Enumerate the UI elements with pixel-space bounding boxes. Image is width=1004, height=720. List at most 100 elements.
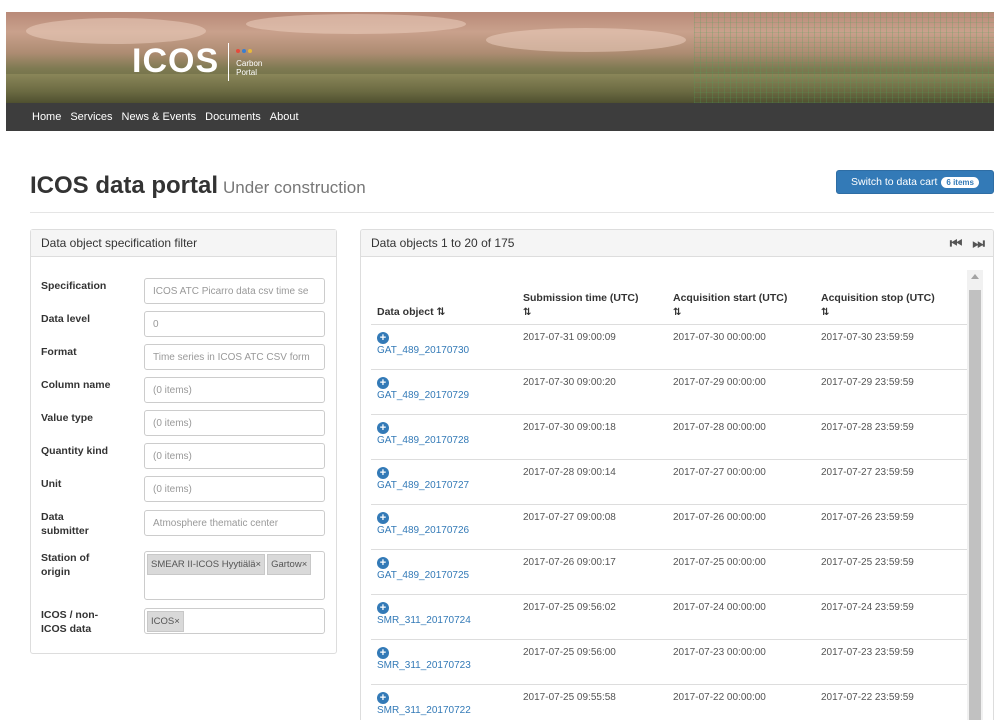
cell-acq-start: 2017-07-30 00:00:00 <box>667 324 815 370</box>
col-header-label: Data object <box>377 305 434 318</box>
header-banner: ICOS Carbon Portal <box>6 12 994 103</box>
data-object-link[interactable]: GAT_489_20170727 <box>377 480 469 491</box>
next-page-icon[interactable]: ⏭ <box>972 235 985 252</box>
sort-icon[interactable]: ⇅ <box>437 306 446 318</box>
table-header-row: Data object ⇅ Submission time (UTC) ⇅ Acq… <box>371 270 969 325</box>
col-header-submission[interactable]: Submission time (UTC) ⇅ <box>517 270 667 325</box>
table-row: + SMR_311_20170722 2017-07-25 09:55:58 2017… <box>371 684 969 720</box>
cell-submission: 2017-07-27 09:00:08 <box>517 504 667 550</box>
quantity-kind-filter-input[interactable]: (0 items) <box>144 443 325 469</box>
logo-dot <box>242 48 247 53</box>
table-row: + SMR_311_20170723 2017-07-25 09:56:00 2017… <box>371 639 969 685</box>
filter-label: Data level <box>41 313 91 325</box>
station-tag[interactable]: SMEAR II-ICOS Hyytiälä× <box>147 554 266 575</box>
data-object-link[interactable]: SMR_311_20170723 <box>377 660 471 671</box>
col-header-label: Acquisition stop (UTC) <box>821 291 935 304</box>
main-nav: Home Services News & Events Documents Ab… <box>6 103 994 131</box>
filter-label: Station of origin <box>41 552 90 578</box>
cell-acq-start: 2017-07-26 00:00:00 <box>667 504 815 550</box>
data-objects-heading: Data objects 1 to 20 of 175 ⏮ ⏭ <box>361 230 993 257</box>
col-header-object[interactable]: Data object ⇅ <box>371 270 517 325</box>
nav-services[interactable]: Services <box>70 111 112 123</box>
cell-object: + GAT_489_20170725 <box>371 549 517 595</box>
cell-submission: 2017-07-31 09:00:09 <box>517 324 667 370</box>
data-level-filter-input[interactable]: 0 <box>144 311 325 337</box>
first-page-icon[interactable]: ⏮ <box>950 235 963 252</box>
cell-acq-start: 2017-07-24 00:00:00 <box>667 594 815 640</box>
data-object-link[interactable]: GAT_489_20170726 <box>377 525 469 536</box>
logo-separator <box>228 42 230 81</box>
station-filter-input[interactable]: SMEAR II-ICOS Hyytiälä× Gartow× <box>144 551 325 600</box>
add-to-cart-icon[interactable]: + <box>377 601 389 614</box>
cell-submission: 2017-07-28 09:00:14 <box>517 459 667 505</box>
add-to-cart-icon[interactable]: + <box>377 376 389 389</box>
value-type-filter-input[interactable]: (0 items) <box>144 410 325 436</box>
logo-sub-line2: Portal <box>236 67 258 77</box>
table-row: + GAT_489_20170728 2017-07-30 09:00:18 2017… <box>371 414 969 460</box>
scroll-thumb[interactable] <box>969 290 981 720</box>
cell-object: + GAT_489_20170726 <box>371 504 517 550</box>
add-to-cart-icon[interactable]: + <box>377 646 389 659</box>
data-object-link[interactable]: GAT_489_20170728 <box>377 435 469 446</box>
sort-icon[interactable]: ⇅ <box>673 307 809 318</box>
station-tag[interactable]: Gartow× <box>267 554 312 575</box>
cell-object: + GAT_489_20170729 <box>371 369 517 415</box>
data-submitter-filter-input[interactable]: Atmosphere thematic center <box>144 510 325 536</box>
cell-submission: 2017-07-26 09:00:17 <box>517 549 667 595</box>
logo-text: ICOS <box>132 42 220 80</box>
filter-label: Specification <box>41 280 107 292</box>
data-objects-table: Data object ⇅ Submission time (UTC) ⇅ Acq… <box>371 270 969 720</box>
filter-label: Unit <box>41 478 62 490</box>
col-header-label: Submission time (UTC) <box>523 291 639 304</box>
sort-icon[interactable]: ⇅ <box>523 307 661 318</box>
cell-submission: 2017-07-25 09:55:58 <box>517 684 667 720</box>
cell-submission: 2017-07-25 09:56:02 <box>517 594 667 640</box>
data-object-link[interactable]: SMR_311_20170724 <box>377 615 471 626</box>
cart-count-badge: 6 items <box>941 176 979 188</box>
cell-object: + SMR_311_20170722 <box>371 684 517 720</box>
logo-dots-icon <box>236 48 253 53</box>
table-row: + GAT_489_20170725 2017-07-26 09:00:17 2017… <box>371 549 969 595</box>
add-to-cart-icon[interactable]: + <box>377 466 389 479</box>
add-to-cart-icon[interactable]: + <box>377 556 389 569</box>
filter-label: ICOS / non-ICOS data <box>41 609 99 635</box>
cell-acq-start: 2017-07-23 00:00:00 <box>667 639 815 685</box>
specification-filter-input[interactable]: ICOS ATC Picarro data csv time se <box>144 278 325 304</box>
pager: ⏮ ⏭ <box>950 235 985 252</box>
cell-acq-stop: 2017-07-30 23:59:59 <box>815 324 969 370</box>
cell-object: + GAT_489_20170727 <box>371 459 517 505</box>
page-title-main: ICOS data portal <box>30 172 219 199</box>
add-to-cart-icon[interactable]: + <box>377 331 389 344</box>
nav-news-events[interactable]: News & Events <box>122 111 197 123</box>
cell-submission: 2017-07-30 09:00:18 <box>517 414 667 460</box>
scroll-up-icon[interactable] <box>971 274 979 279</box>
format-filter-input[interactable]: Time series in ICOS ATC CSV form <box>144 344 325 370</box>
nav-about[interactable]: About <box>270 111 299 123</box>
col-header-acq-stop[interactable]: Acquisition stop (UTC) ⇅ <box>815 270 969 325</box>
icos-filter-input[interactable]: ICOS× <box>144 608 325 634</box>
cell-acq-stop: 2017-07-25 23:59:59 <box>815 549 969 595</box>
data-object-link[interactable]: SMR_311_20170722 <box>377 705 471 716</box>
cell-object: + SMR_311_20170723 <box>371 639 517 685</box>
add-to-cart-icon[interactable]: + <box>377 691 389 704</box>
add-to-cart-icon[interactable]: + <box>377 421 389 434</box>
cell-acq-start: 2017-07-28 00:00:00 <box>667 414 815 460</box>
table-scrollbar[interactable] <box>967 270 983 720</box>
switch-to-cart-button[interactable]: Switch to data cart 6 items <box>836 170 994 194</box>
data-object-link[interactable]: GAT_489_20170730 <box>377 345 469 356</box>
data-object-link[interactable]: GAT_489_20170725 <box>377 570 469 581</box>
unit-filter-input[interactable]: (0 items) <box>144 476 325 502</box>
title-divider <box>30 212 994 213</box>
nav-home[interactable]: Home <box>32 111 61 123</box>
add-to-cart-icon[interactable]: + <box>377 511 389 524</box>
cell-acq-stop: 2017-07-22 23:59:59 <box>815 684 969 720</box>
nav-documents[interactable]: Documents <box>205 111 261 123</box>
icos-logo[interactable]: ICOS Carbon Portal <box>132 42 262 81</box>
cell-acq-stop: 2017-07-27 23:59:59 <box>815 459 969 505</box>
filter-label: Format <box>41 346 77 358</box>
sort-icon[interactable]: ⇅ <box>821 307 963 318</box>
data-object-link[interactable]: GAT_489_20170729 <box>377 390 469 401</box>
col-header-acq-start[interactable]: Acquisition start (UTC) ⇅ <box>667 270 815 325</box>
column-name-filter-input[interactable]: (0 items) <box>144 377 325 403</box>
icos-tag[interactable]: ICOS× <box>147 611 184 632</box>
